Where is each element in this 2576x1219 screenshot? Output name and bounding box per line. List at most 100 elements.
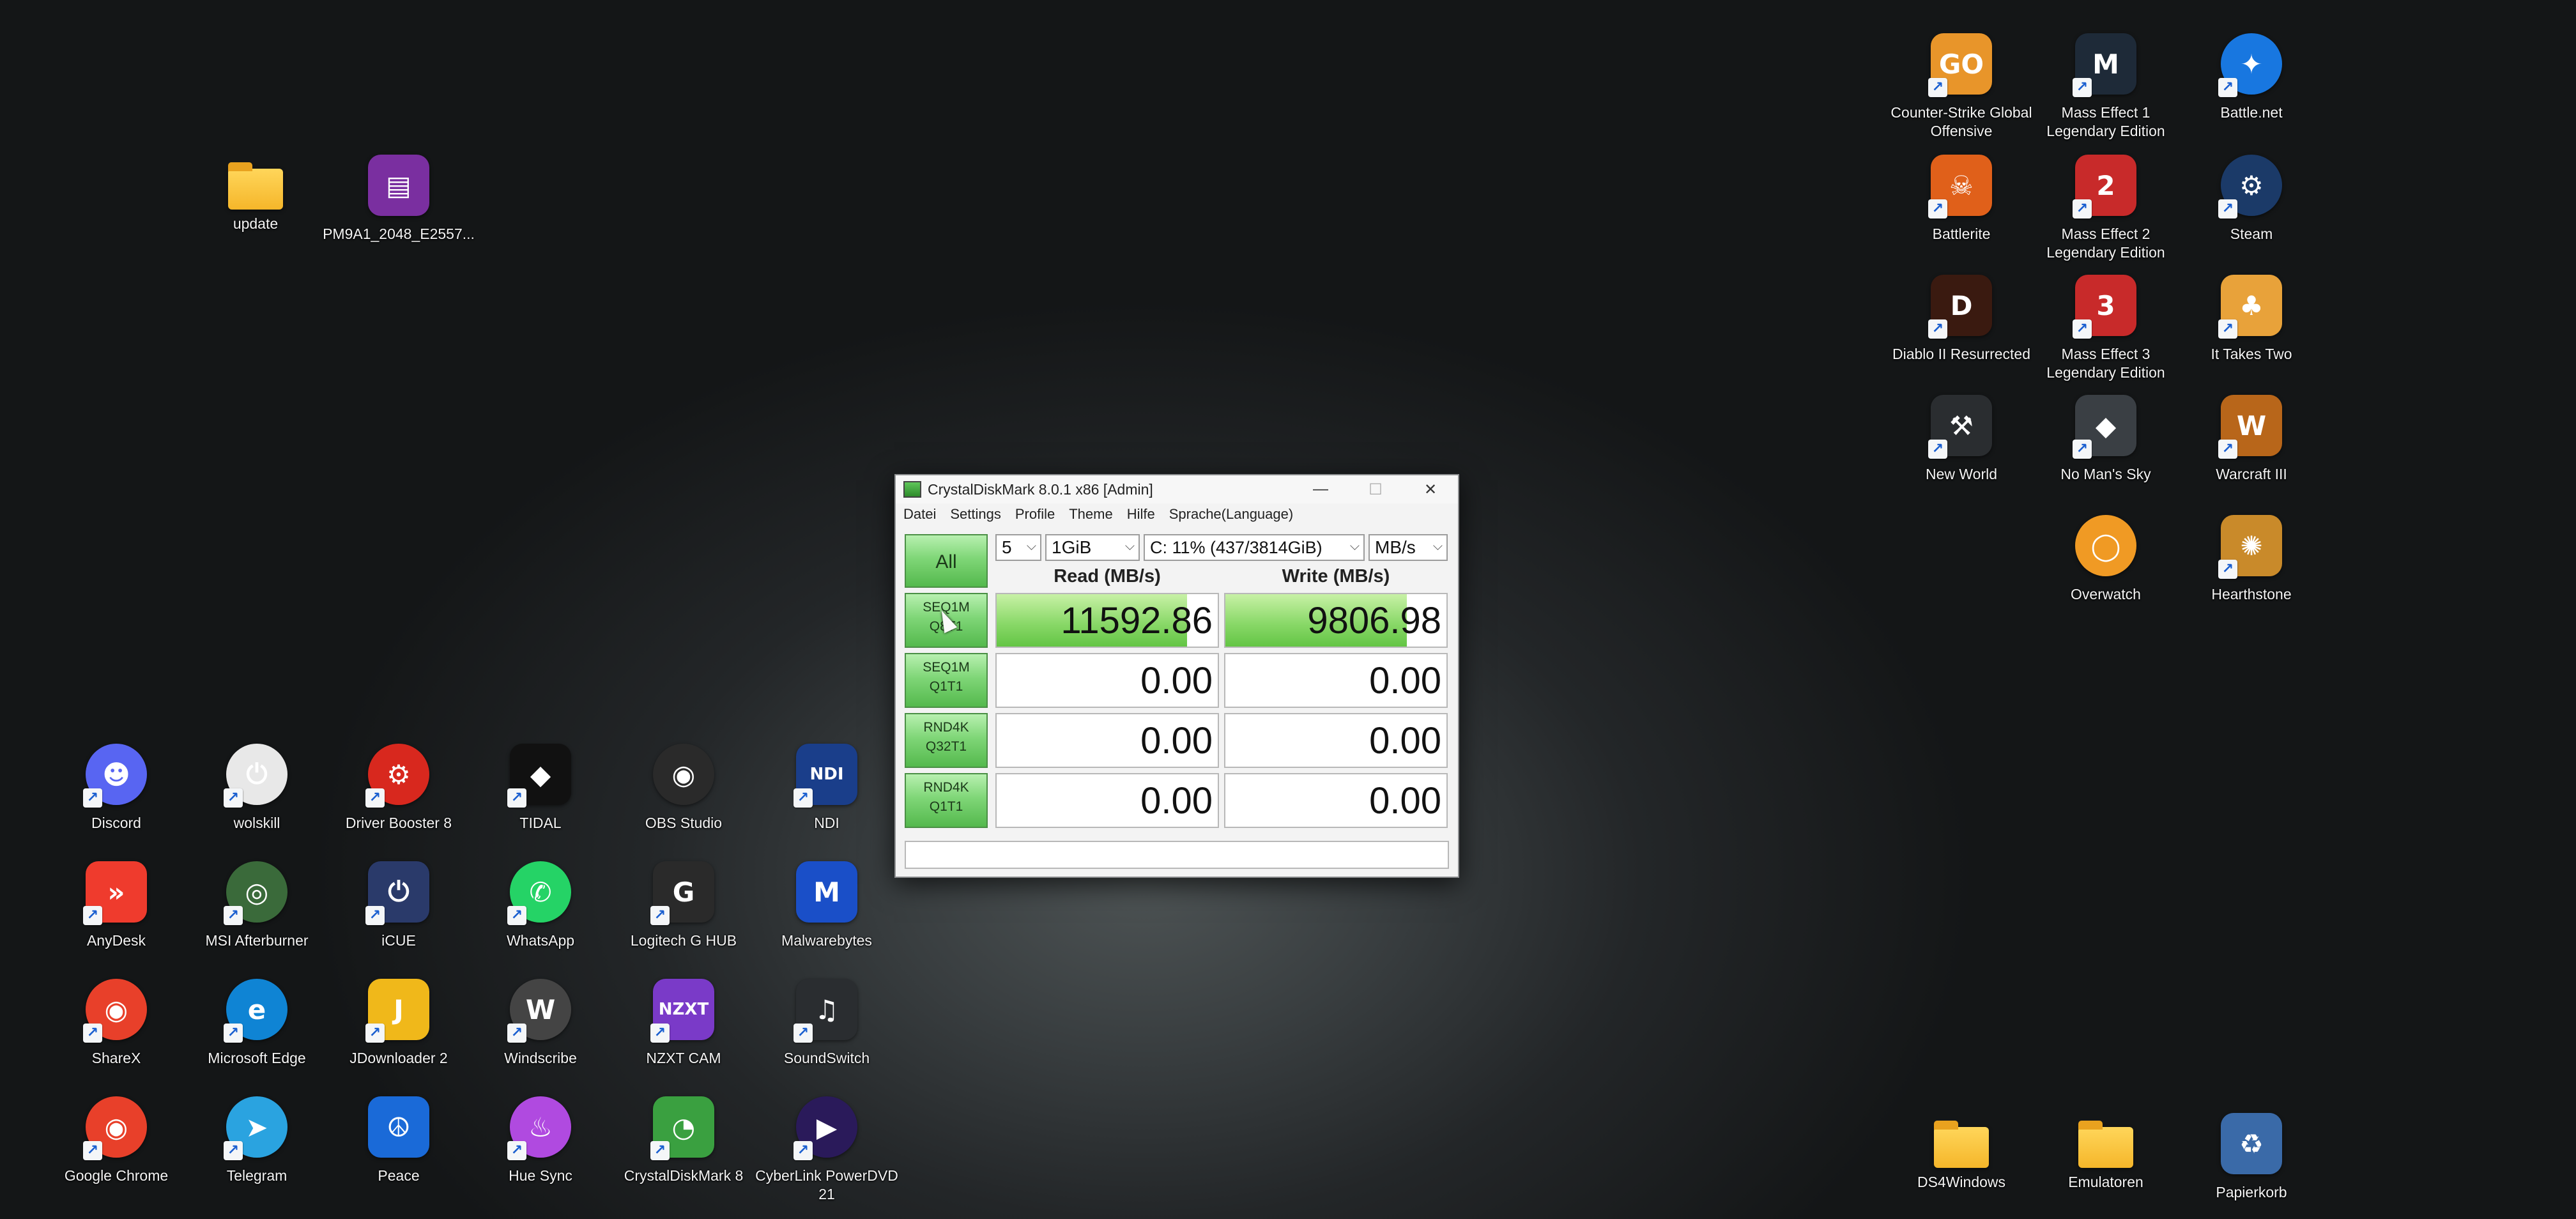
shortcut-arrow-icon: ↗ [1928, 199, 1947, 218]
rnd4k-q1t1-button[interactable]: RND4K Q1T1 [905, 773, 988, 828]
desktop-icon-nzxtcam[interactable]: NZXT ↗ NZXT CAM [607, 979, 760, 1068]
windscribe-icon: W ↗ [507, 979, 571, 1043]
desktop-icon-anydesk[interactable]: » ↗ AnyDesk [40, 861, 193, 950]
desktop-icon-whatsapp[interactable]: ✆ ↗ WhatsApp [464, 861, 617, 950]
desktop-icon-obs[interactable]: ◉ OBS Studio [607, 744, 760, 832]
read-result-cell: 0.00 [995, 773, 1219, 828]
desktop-icon-hearthstone[interactable]: ✺ ↗ Hearthstone [2175, 515, 2328, 604]
desktop-icon-update[interactable]: update [179, 155, 332, 233]
write-result-cell: 0.00 [1224, 713, 1448, 768]
drive-select[interactable]: C: 11% (437/3814GiB) ⌵ [1144, 534, 1365, 561]
desktop-icon-wolskill[interactable]: ⏻ ↗ wolskill [180, 744, 334, 832]
title-bar[interactable]: CrystalDiskMark 8.0.1 x86 [Admin] — ☐ ✕ [896, 475, 1458, 503]
write-result-cell: 0.00 [1224, 773, 1448, 828]
desktop-icon-chrome[interactable]: ◉ ↗ Google Chrome [40, 1096, 193, 1185]
ndi-icon: NDI ↗ [793, 744, 857, 808]
write-value: 0.00 [1369, 779, 1441, 822]
menu-language[interactable]: Sprache(Language) [1169, 506, 1293, 523]
desktop-icon-label: Google Chrome [64, 1167, 169, 1184]
icon-glyph: J [394, 993, 404, 1025]
desktop-icon-driverbooster[interactable]: ⚙ ↗ Driver Booster 8 [322, 744, 475, 832]
desktop-icon-pm9a1[interactable]: ▤ PM9A1_2048_E2557... [322, 155, 475, 243]
desktop-icon-peace[interactable]: ☮ Peace [322, 1096, 475, 1185]
shortcut-arrow-icon: ↗ [224, 1141, 243, 1160]
desktop-icon-me1[interactable]: M ↗ Mass Effect 1 Legendary Edition [2029, 33, 2182, 141]
icon-glyph: ⚒ [1949, 410, 1974, 441]
overwatch-icon: ◯ [2075, 515, 2136, 576]
desktop-icon-me2[interactable]: 2 ↗ Mass Effect 2 Legendary Edition [2029, 155, 2182, 262]
crystaldiskmark-app-icon [903, 481, 921, 498]
desktop-icon-ghub[interactable]: G ↗ Logitech G HUB [607, 861, 760, 950]
desktop-icon-ittakestwo[interactable]: ♣ ↗ It Takes Two [2175, 275, 2328, 364]
close-button[interactable]: ✕ [1403, 475, 1458, 503]
desktop-icon-warcraft3[interactable]: W ↗ Warcraft III [2175, 395, 2328, 484]
desktop-icon-discord[interactable]: ☻ ↗ Discord [40, 744, 193, 832]
icon-glyph: ◉ [104, 1111, 128, 1143]
desktop-icon-overwatch[interactable]: ◯ Overwatch [2029, 515, 2182, 604]
me3-icon: 3 ↗ [2073, 275, 2136, 339]
desktop-icon-ds4windows[interactable]: DS4Windows [1885, 1113, 2038, 1192]
write-result-cell: 0.00 [1224, 653, 1448, 708]
desktop-icon-newworld[interactable]: ⚒ ↗ New World [1885, 395, 2038, 484]
desktop-icon-label: Mass Effect 3 Legendary Edition [2046, 346, 2165, 381]
desktop-icon-emulatoren[interactable]: Emulatoren [2029, 1113, 2182, 1192]
crystaldiskmark-window[interactable]: CrystalDiskMark 8.0.1 x86 [Admin] — ☐ ✕ … [894, 474, 1459, 878]
write-value: 0.00 [1369, 659, 1441, 702]
desktop-icon-label: Counter-Strike Global Offensive [1890, 104, 2032, 139]
desktop-icon-label: Discord [91, 815, 141, 831]
menu-settings[interactable]: Settings [950, 506, 1001, 523]
window-title: CrystalDiskMark 8.0.1 x86 [Admin] [928, 480, 1153, 498]
desktop-icon-icue[interactable]: ⏻ ↗ iCUE [322, 861, 475, 950]
menu-datei[interactable]: Datei [903, 506, 936, 523]
read-value: 0.00 [1140, 719, 1213, 762]
desktop-icon-jdownloader[interactable]: J ↗ JDownloader 2 [322, 979, 475, 1068]
desktop-icon-huesync[interactable]: ♨ ↗ Hue Sync [464, 1096, 617, 1185]
desktop-icon-telegram[interactable]: ➤ ↗ Telegram [180, 1096, 334, 1185]
desktop-icon-windscribe[interactable]: W ↗ Windscribe [464, 979, 617, 1068]
status-bar [905, 841, 1449, 869]
icon-glyph: ⚙ [387, 758, 411, 790]
desktop-icon-battlerite[interactable]: ☠ ↗ Battlerite [1885, 155, 2038, 243]
desktop-icon-csgo[interactable]: GO ↗ Counter-Strike Global Offensive [1885, 33, 2038, 141]
desktop-icon-me3[interactable]: 3 ↗ Mass Effect 3 Legendary Edition [2029, 275, 2182, 382]
desktop-icon-powerdvd[interactable]: ▶ ↗ CyberLink PowerDVD 21 [750, 1096, 903, 1204]
desktop-icon-edge[interactable]: e ↗ Microsoft Edge [180, 979, 334, 1068]
shortcut-arrow-icon: ↗ [365, 906, 385, 925]
shortcut-arrow-icon: ↗ [793, 1023, 813, 1043]
desktop-icon-malwarebytes[interactable]: M Malwarebytes [750, 861, 903, 950]
battlerite-icon: ☠ ↗ [1928, 155, 1992, 218]
count-select[interactable]: 5 ⌵ [995, 534, 1041, 561]
desktop-icon-label: Diablo II Resurrected [1892, 346, 2031, 362]
desktop-icon-soundswitch[interactable]: ♫ ↗ SoundSwitch [750, 979, 903, 1068]
desktop-icon-label: WhatsApp [506, 932, 575, 949]
desktop-icon-afterburner[interactable]: ◎ ↗ MSI Afterburner [180, 861, 334, 950]
desktop-icon-tidal[interactable]: ◆ ↗ TIDAL [464, 744, 617, 832]
icue-icon: ⏻ ↗ [365, 861, 429, 925]
desktop-icon-label: MSI Afterburner [205, 932, 309, 949]
size-select[interactable]: 1GiB ⌵ [1045, 534, 1140, 561]
rnd4k-q32t1-button[interactable]: RND4K Q32T1 [905, 713, 988, 768]
desktop-icon-label: Peace [378, 1167, 420, 1184]
chevron-down-icon: ⌵ [1349, 539, 1360, 553]
unit-select[interactable]: MB/s ⌵ [1368, 534, 1448, 561]
menu-theme[interactable]: Theme [1069, 506, 1112, 523]
minimize-button[interactable]: — [1293, 475, 1348, 503]
icon-glyph: M [813, 876, 840, 908]
desktop-icon-sharex[interactable]: ◉ ↗ ShareX [40, 979, 193, 1068]
shortcut-arrow-icon: ↗ [1928, 440, 1947, 459]
desktop-icon-battlenet[interactable]: ✦ ↗ Battle.net [2175, 33, 2328, 122]
seq1m-q1t1-button[interactable]: SEQ1M Q1T1 [905, 653, 988, 708]
menu-profile[interactable]: Profile [1015, 506, 1055, 523]
all-button[interactable]: All [905, 534, 988, 588]
desktop-icon-label: No Man's Sky [2060, 466, 2151, 482]
desktop-icon-steam[interactable]: ⚙ ↗ Steam [2175, 155, 2328, 243]
maximize-button[interactable]: ☐ [1348, 475, 1403, 503]
wolskill-icon: ⏻ ↗ [224, 744, 288, 808]
powerdvd-icon: ▶ ↗ [793, 1096, 857, 1160]
desktop-icon-papierkorb[interactable]: ♻ Papierkorb [2175, 1113, 2328, 1202]
desktop-icon-crystaldiskmark[interactable]: ◔ ↗ CrystalDiskMark 8 [607, 1096, 760, 1185]
desktop-icon-ndi[interactable]: NDI ↗ NDI [750, 744, 903, 832]
menu-hilfe[interactable]: Hilfe [1127, 506, 1155, 523]
desktop-icon-nomanssky[interactable]: ◆ ↗ No Man's Sky [2029, 395, 2182, 484]
desktop-icon-d2r[interactable]: D ↗ Diablo II Resurrected [1885, 275, 2038, 364]
